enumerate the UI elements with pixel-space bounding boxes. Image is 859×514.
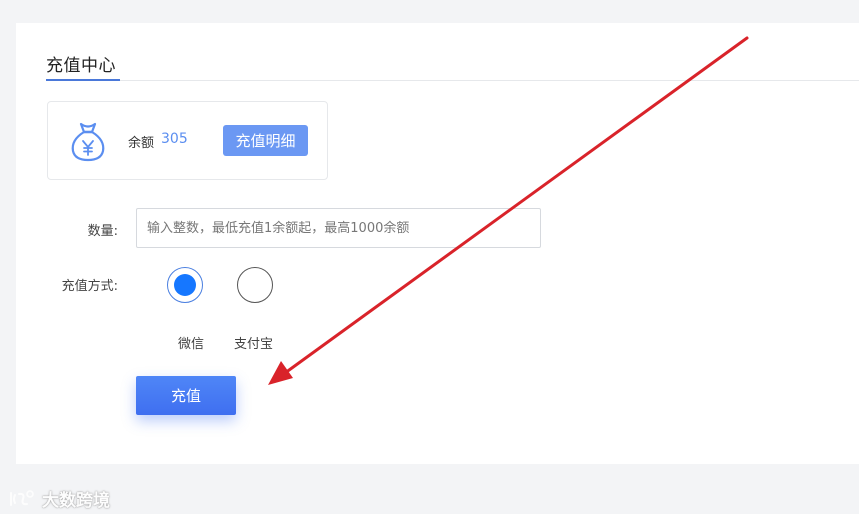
balance-value: 305 (161, 131, 188, 147)
recharge-detail-button[interactable]: 充值明细 (223, 125, 308, 156)
radio-selected-dot (174, 274, 196, 296)
balance-panel: 余额 305 充值明细 (47, 101, 328, 180)
watermark-logo-icon (10, 489, 34, 506)
watermark: 大数跨境 (8, 486, 110, 511)
balance-label: 余额 (128, 136, 155, 151)
wechat-label: 微信 (178, 337, 205, 352)
tab-bar: 充值中心 (46, 23, 859, 81)
wechat-radio[interactable] (167, 267, 203, 303)
watermark-text: 大数跨境 (42, 491, 110, 511)
moneybag-yen-icon (71, 122, 105, 162)
alipay-label: 支付宝 (234, 337, 274, 352)
quantity-input[interactable] (136, 208, 541, 248)
alipay-radio[interactable] (237, 267, 273, 303)
quantity-label: 数量: (87, 224, 118, 239)
payment-method-label: 充值方式: (61, 279, 118, 294)
tab-recharge-center[interactable]: 充值中心 (46, 51, 116, 81)
tab-active-indicator (46, 79, 120, 81)
recharge-card: 充值中心 余额 305 充值明细 数量: 充值方式: 微信 支付宝 充值 (16, 23, 859, 464)
recharge-submit-button[interactable]: 充值 (136, 376, 236, 415)
